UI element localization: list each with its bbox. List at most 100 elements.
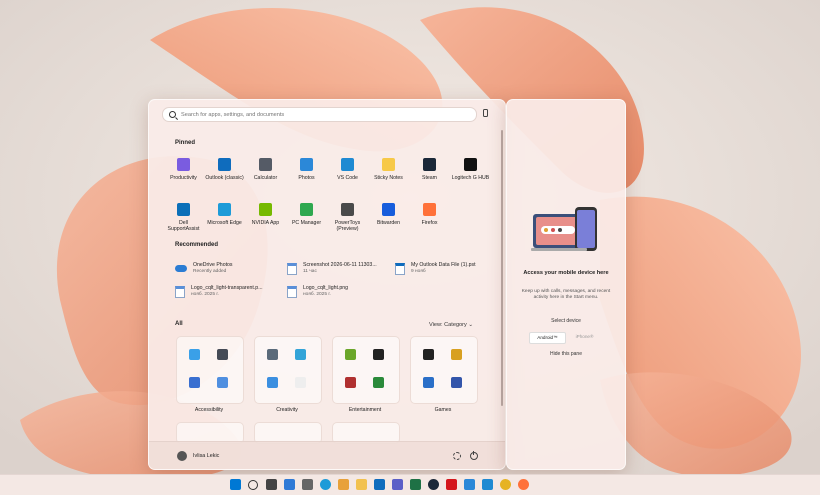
- recommended-item-subtitle: нояб. 2025 г.: [191, 291, 219, 297]
- avatar[interactable]: [177, 451, 187, 461]
- category-label: Entertainment: [348, 407, 382, 413]
- app-icon: [267, 349, 278, 360]
- search-icon[interactable]: [248, 480, 258, 490]
- pinned-app-label: Sticky Notes: [374, 175, 403, 181]
- phone-pane-title: Access your mobile device here: [523, 270, 609, 276]
- firefox-icon: [423, 203, 436, 216]
- all-apps-header: All: [175, 321, 183, 327]
- outlook-icon: [218, 158, 231, 171]
- app-icon: [295, 377, 306, 388]
- pinned-app[interactable]: Productivity: [163, 154, 204, 199]
- pinned-app[interactable]: Bitwarden: [368, 199, 409, 244]
- widgets-icon[interactable]: [284, 479, 295, 490]
- teams-icon[interactable]: [392, 479, 403, 490]
- iphone-button[interactable]: iPhone®: [567, 332, 602, 342]
- pinned-app-label: Dell SupportAssist: [167, 220, 200, 233]
- phone-link-icon[interactable]: [483, 109, 488, 117]
- recommended-item-title: Logo_cqlt_light.png: [303, 285, 348, 291]
- pinned-app[interactable]: Firefox: [409, 199, 450, 244]
- power-icon[interactable]: [470, 451, 478, 460]
- pinned-app-label: Firefox: [421, 220, 438, 226]
- acrobat-icon[interactable]: [446, 479, 457, 490]
- app-icon: [451, 349, 462, 360]
- files-icon[interactable]: [338, 479, 349, 490]
- pinned-app[interactable]: Calculator: [245, 154, 286, 199]
- recommended-item[interactable]: Logo_cqlt_light.png нояб. 2025 г.: [287, 285, 348, 298]
- phone-pane-description: Keep up with calls, messages, and recent…: [521, 289, 611, 301]
- pinned-app[interactable]: VS Code: [327, 154, 368, 199]
- category-folder[interactable]: [254, 336, 322, 404]
- powertoys-icon: [341, 203, 354, 216]
- app-icon: [217, 349, 228, 360]
- taskbar: [0, 474, 820, 495]
- pinned-app-label: NVIDIA App: [251, 220, 280, 226]
- pinned-app[interactable]: Dell SupportAssist: [163, 199, 204, 244]
- dell-support-icon: [177, 203, 190, 216]
- user-name[interactable]: Ivlisa Lekic: [193, 453, 219, 459]
- app-icon: [373, 377, 384, 388]
- pinned-app[interactable]: Microsoft Edge: [204, 199, 245, 244]
- recommended-item-subtitle: Recently added: [193, 268, 227, 274]
- app-icon: [423, 377, 434, 388]
- start-menu: Pinned Productivity Outlook (classic) Calc…: [148, 99, 506, 470]
- pinned-app[interactable]: Logitech G HUB: [450, 154, 491, 199]
- category-folder[interactable]: [176, 336, 244, 404]
- search-icon: [169, 111, 176, 118]
- recommended-item-subtitle: 9 нояб: [411, 268, 426, 274]
- app-icon: [295, 349, 306, 360]
- settings-gear-icon[interactable]: [453, 452, 461, 460]
- recommended-header: Recommended: [175, 242, 219, 248]
- recommended-item-title: My Outlook Data File (1).pst: [411, 262, 476, 268]
- recommended-item[interactable]: OneDrive Photos Recently added: [175, 262, 233, 275]
- app-icon: [451, 377, 462, 388]
- sticky-notes-icon: [382, 158, 395, 171]
- folder-icon[interactable]: [356, 479, 367, 490]
- task-view-icon[interactable]: [266, 479, 277, 490]
- pinned-app-label: Productivity: [170, 175, 197, 181]
- pinned-app[interactable]: Sticky Notes: [368, 154, 409, 199]
- excel-icon[interactable]: [410, 479, 421, 490]
- image-file-icon: [175, 286, 185, 298]
- photos-icon[interactable]: [464, 479, 475, 490]
- view-category-dropdown[interactable]: View: Category ⌄: [429, 322, 473, 328]
- search-input[interactable]: [181, 111, 461, 118]
- pinned-app[interactable]: PC Manager: [286, 199, 327, 244]
- recommended-item[interactable]: My Outlook Data File (1).pst 9 нояб: [395, 262, 476, 275]
- settings-icon[interactable]: [302, 479, 313, 490]
- recommended-item[interactable]: Logo_cqlt_light-transparent.p... нояб. 20…: [175, 285, 263, 298]
- hide-pane-link[interactable]: Hide this pane: [517, 351, 615, 357]
- pinned-app[interactable]: NVIDIA App: [245, 199, 286, 244]
- scrollbar[interactable]: [501, 130, 503, 406]
- category-folder[interactable]: [332, 336, 400, 404]
- vscode-icon[interactable]: [482, 479, 493, 490]
- windows-start-icon[interactable]: [230, 479, 241, 490]
- search-box[interactable]: [162, 107, 477, 122]
- steam-icon: [423, 158, 436, 171]
- pinned-app[interactable]: Outlook (classic): [204, 154, 245, 199]
- nvidia-icon: [259, 203, 272, 216]
- edge-icon[interactable]: [320, 479, 331, 490]
- pinned-app-label: PC Manager: [291, 220, 322, 226]
- firefox-icon[interactable]: [518, 479, 529, 490]
- recommended-item-title: Logo_cqlt_light-transparent.p...: [191, 285, 263, 291]
- pinned-app[interactable]: Steam: [409, 154, 450, 199]
- app-icon: [267, 377, 278, 388]
- category-label: Accessibility: [194, 407, 224, 413]
- recommended-item-title: OneDrive Photos: [193, 262, 233, 268]
- photos-icon: [300, 158, 313, 171]
- edge-icon: [218, 203, 231, 216]
- pinned-app-label: Calculator: [253, 175, 278, 181]
- onedrive-icon: [175, 265, 187, 272]
- pinned-app[interactable]: Photos: [286, 154, 327, 199]
- pinned-app[interactable]: PowerToys (Preview): [327, 199, 368, 244]
- android-button[interactable]: Android™: [529, 332, 566, 344]
- category-folder[interactable]: [410, 336, 478, 404]
- outlook-icon[interactable]: [374, 479, 385, 490]
- steam-icon[interactable]: [428, 479, 439, 490]
- pinned-app-label: Outlook (classic): [205, 175, 244, 181]
- chrome-icon[interactable]: [500, 479, 511, 490]
- recommended-item[interactable]: Screenshot 2026-06-11 11303... 11 час: [287, 262, 377, 275]
- pinned-app-label: PowerToys (Preview): [334, 220, 361, 233]
- image-file-icon: [287, 286, 297, 298]
- bitwarden-icon: [382, 203, 395, 216]
